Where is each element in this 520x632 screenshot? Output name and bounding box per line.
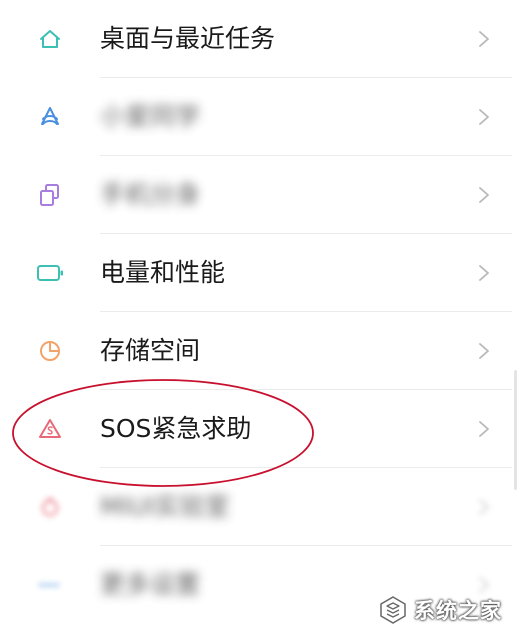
settings-item-label: 小爱同学 [100,102,201,131]
settings-item-battery-performance[interactable]: 电量和性能 [0,234,520,312]
highlight-ring-annotation [12,379,314,487]
settings-item-xiaoai[interactable]: 小爱同学 [0,78,520,156]
settings-item-desktop-recent-tasks[interactable]: 桌面与最近任务 [0,0,520,78]
chevron-right-icon [479,265,489,281]
watermark-text: 系统之家 [414,599,502,623]
settings-item-label: 存储空间 [100,336,201,365]
lab-icon [41,498,59,517]
settings-item-dual-apps[interactable]: 手机分身 [0,156,520,234]
clone-icon [40,184,59,206]
settings-item-label: 手机分身 [100,180,201,209]
settings-item-label: 电量和性能 [100,258,226,287]
watermark-logo-icon [380,596,406,624]
xiaoai-icon [41,107,59,125]
chevron-right-icon [479,109,489,125]
scrollbar[interactable] [514,370,517,490]
chevron-right-icon [479,421,489,437]
chevron-right-icon [479,187,489,203]
chevron-right-icon [479,343,489,359]
watermark: 系统之家 [378,592,516,628]
battery-icon [37,265,63,281]
chevron-right-icon [479,31,489,47]
chevron-right-icon [479,499,489,515]
settings-item-label: MIUI实验室 [100,492,230,521]
home-icon [40,30,60,48]
settings-item-label: 桌面与最近任务 [100,24,276,53]
more-icon [38,583,62,587]
settings-list: 桌面与最近任务 小爱同学 手机分身 电量和性能 存储空间 SOS紧急求助 MIU… [0,0,520,624]
storage-pie-icon [40,341,60,361]
settings-item-label: 更多设置 [100,570,201,599]
